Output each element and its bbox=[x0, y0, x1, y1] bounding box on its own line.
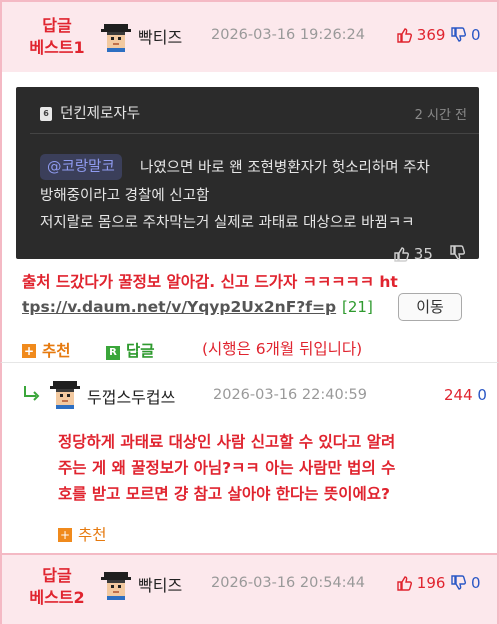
upvote-count: 369 bbox=[416, 26, 446, 44]
recommend-button[interactable]: + 추천 bbox=[58, 523, 107, 545]
embedded-text-line: 나였으면 바로 왠 조현병환자가 헛소리하며 주차 bbox=[140, 160, 430, 176]
best-reply-2-label: 답글 베스트2 bbox=[16, 565, 98, 609]
timestamp: 2026-03-16 20:54:44 bbox=[211, 575, 365, 591]
thumb-up-icon[interactable] bbox=[393, 246, 409, 262]
vote-box: 369 0 bbox=[396, 26, 481, 44]
source-link[interactable]: tps://v.daum.net/v/Yqyp2Ux2nF?f=p bbox=[22, 298, 336, 316]
best-reply-2-header: 답글 베스트2 빡티즈 2026-03-16 20:54:44 196 0 bbox=[0, 553, 499, 624]
recommend-label: 추천 bbox=[78, 526, 107, 544]
thumb-down-icon[interactable] bbox=[450, 27, 467, 43]
best-label-line1: 답글 bbox=[42, 566, 72, 585]
move-button[interactable]: 이동 bbox=[398, 293, 462, 321]
plus-icon: + bbox=[58, 528, 72, 542]
reply-button[interactable]: R 답글 bbox=[106, 339, 155, 361]
thumb-down-icon[interactable] bbox=[449, 245, 465, 261]
best-reply-1-header: 답글 베스트1 빡티즈 2026-03-16 19:26:24 369 0 bbox=[0, 0, 499, 72]
reply-r-icon: R bbox=[106, 346, 120, 360]
downvote-count[interactable]: 0 bbox=[477, 386, 487, 404]
thumb-up-icon[interactable] bbox=[396, 575, 412, 591]
pixel-avatar-icon[interactable] bbox=[101, 570, 131, 600]
embedded-comment: 6 던킨제로자두 2 시간 전 @코랑말코 나였으면 바로 왠 조현병환자가 헛… bbox=[16, 87, 479, 263]
nickname[interactable]: 두껍스두컵쓰 bbox=[87, 384, 175, 408]
best-label-line1: 답글 bbox=[42, 16, 72, 35]
vote-box: 196 0 bbox=[396, 574, 481, 592]
embedded-like: 35 bbox=[393, 245, 433, 263]
nickname[interactable]: 빡티즈 bbox=[138, 572, 182, 596]
level-badge: 6 bbox=[40, 107, 52, 121]
reply-arrow-icon bbox=[24, 386, 40, 401]
downvote-count: 0 bbox=[470, 574, 481, 592]
embedded-like-count: 35 bbox=[413, 245, 433, 263]
pixel-avatar-icon[interactable] bbox=[101, 22, 131, 52]
reply-label: 답글 bbox=[126, 342, 155, 360]
nickname[interactable]: 빡티즈 bbox=[138, 24, 182, 48]
vote-box: 244 0 bbox=[444, 386, 487, 404]
reply-text-line: 정당하게 과태료 대상인 사람 신고할 수 있다고 알려 bbox=[58, 433, 396, 451]
best-reply-1-body: 6 던킨제로자두 2 시간 전 @코랑말코 나였으면 바로 왠 조현병환자가 헛… bbox=[0, 72, 499, 362]
thumb-up-icon[interactable] bbox=[396, 27, 412, 43]
comment-text-line: 출처 드갔다가 꿀정보 알아감. 신고 드가자 ㅋㅋㅋㅋㅋ ht bbox=[22, 273, 398, 291]
thumb-down-icon[interactable] bbox=[450, 575, 467, 591]
embedded-author: 던킨제로자두 bbox=[60, 106, 141, 122]
embedded-time: 2 시간 전 bbox=[414, 108, 467, 123]
best-reply-1-label: 답글 베스트1 bbox=[16, 15, 98, 59]
embedded-text-line: 저지랄로 몸으로 주차막는거 실제로 과태료 대상으로 바뀜ㅋㅋ bbox=[40, 215, 415, 231]
best-label-line2: 베스트2 bbox=[29, 588, 85, 607]
recommend-label: 추천 bbox=[42, 342, 71, 360]
downvote-count: 0 bbox=[470, 26, 481, 44]
timestamp: 2026-03-16 22:40:59 bbox=[213, 387, 367, 403]
mention-tag[interactable]: @코랑말코 bbox=[40, 154, 122, 180]
upvote-count: 196 bbox=[416, 574, 446, 592]
nested-reply: 두껍스두컵쓰 2026-03-16 22:40:59 244 0 정당하게 과태… bbox=[0, 362, 499, 553]
divider bbox=[30, 133, 479, 134]
note-text: (시행은 6개월 뒤입니다) bbox=[202, 340, 363, 358]
reference-count: [21] bbox=[342, 298, 373, 316]
timestamp: 2026-03-16 19:26:24 bbox=[211, 27, 365, 43]
recommend-button[interactable]: + 추천 bbox=[22, 339, 71, 361]
plus-icon: + bbox=[22, 344, 36, 358]
reply-text-line: 호를 받고 모르면 걍 참고 살아야 한다는 뜻이에요? bbox=[58, 485, 390, 503]
best-label-line2: 베스트1 bbox=[29, 38, 85, 57]
upvote-count[interactable]: 244 bbox=[444, 386, 473, 404]
pixel-avatar-icon[interactable] bbox=[50, 379, 80, 409]
embedded-text-line: 방해중이라고 경찰에 신고함 bbox=[40, 188, 210, 204]
reply-text-line: 주는 게 왜 꿀정보가 아님?ㅋㅋ 아는 사람만 법의 수 bbox=[58, 459, 396, 477]
